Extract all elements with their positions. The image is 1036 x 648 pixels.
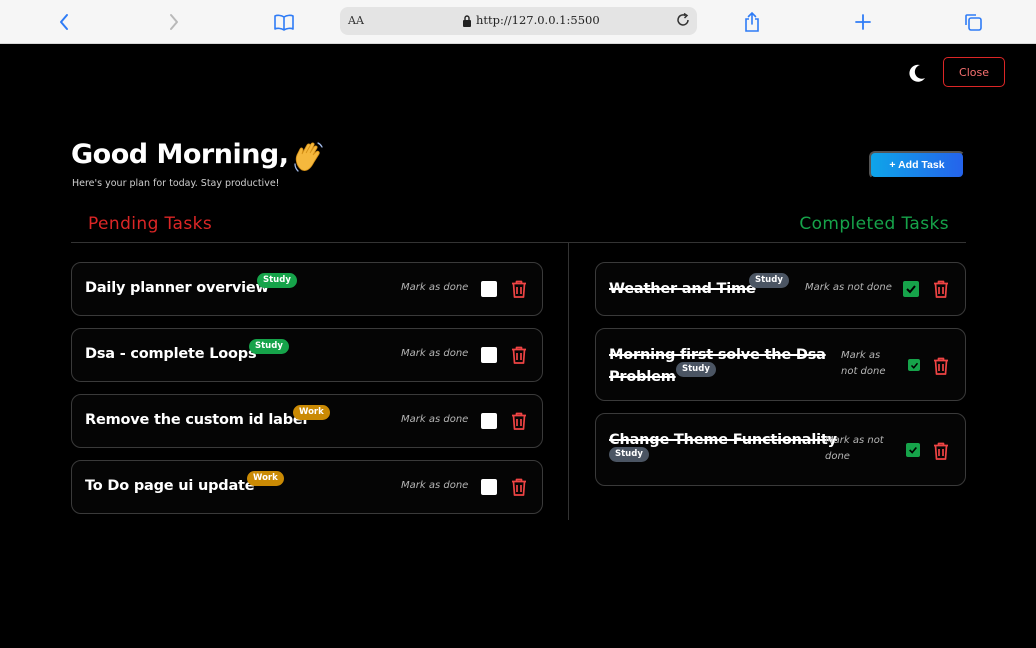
bookmarks-icon[interactable] (272, 10, 296, 34)
delete-trash-icon[interactable] (932, 356, 950, 376)
browser-toolbar: AA http://127.0.0.1:5500 (0, 0, 1036, 44)
mark-done-checkbox[interactable] (481, 281, 497, 297)
mark-not-done-checkbox[interactable] (906, 443, 920, 457)
share-icon[interactable] (740, 10, 764, 34)
task-tag: Study (257, 273, 297, 288)
task-title: Weather and Time (609, 281, 756, 297)
task-title: Dsa - complete Loops (85, 346, 257, 362)
delete-trash-icon[interactable] (510, 345, 528, 365)
greeting-title: Good Morning, (71, 139, 289, 170)
mark-not-done-label-continued: not done (841, 366, 886, 377)
mark-not-done-label: Mark as (841, 350, 881, 361)
task-title: Morning first solve the Dsa (609, 347, 826, 363)
mark-not-done-label: Mark as not done (805, 282, 892, 293)
mark-done-label: Mark as done (401, 348, 469, 359)
completed-tasks-heading: Completed Tasks (799, 214, 949, 234)
task-tag: Work (247, 471, 284, 486)
mark-not-done-checkbox[interactable] (908, 359, 920, 371)
pending-task-card: To Do page ui update Work Mark as done (71, 460, 543, 514)
task-tag: Study (676, 362, 716, 377)
mark-not-done-label: Mark as not (825, 435, 884, 446)
completed-task-card: Morning first solve the Dsa Problem Stud… (595, 328, 966, 401)
waving-hand-icon (292, 140, 326, 174)
task-tag: Study (609, 447, 649, 462)
pending-task-card: Remove the custom id label Work Mark as … (71, 394, 543, 448)
delete-trash-icon[interactable] (510, 477, 528, 497)
lock-icon (462, 13, 472, 32)
delete-trash-icon[interactable] (932, 441, 950, 461)
pending-task-card: Daily planner overview Study Mark as don… (71, 262, 543, 316)
completed-task-card: Change Theme Functionality Study Mark as… (595, 413, 966, 486)
new-tab-icon[interactable] (851, 10, 875, 34)
task-tag: Work (293, 405, 330, 420)
completed-task-card: Weather and Time Study Mark as not done (595, 262, 966, 316)
mark-done-label: Mark as done (401, 282, 469, 293)
delete-trash-icon[interactable] (510, 279, 528, 299)
theme-toggle-moon-icon[interactable] (905, 61, 929, 85)
mark-not-done-checkbox[interactable] (903, 281, 919, 297)
mark-done-checkbox[interactable] (481, 479, 497, 495)
pending-tasks-heading: Pending Tasks (88, 214, 213, 234)
text-size-button[interactable]: AA (348, 14, 364, 27)
mark-not-done-label-continued: done (825, 451, 850, 462)
mark-done-checkbox[interactable] (481, 347, 497, 363)
forward-icon[interactable] (162, 10, 186, 34)
task-title: Remove the custom id label (85, 412, 308, 428)
section-divider (71, 242, 966, 243)
delete-trash-icon[interactable] (932, 279, 950, 299)
mark-done-label: Mark as done (401, 414, 469, 425)
close-button[interactable]: Close (943, 57, 1005, 87)
reload-icon[interactable] (675, 12, 691, 32)
url-text: http://127.0.0.1:5500 (476, 13, 600, 27)
task-title: Daily planner overview (85, 280, 269, 296)
task-title: To Do page ui update (85, 478, 255, 494)
greeting-subtitle: Here's your plan for today. Stay product… (72, 178, 280, 189)
delete-trash-icon[interactable] (510, 411, 528, 431)
mark-done-checkbox[interactable] (481, 413, 497, 429)
task-tag: Study (749, 273, 789, 288)
task-tag: Study (249, 339, 289, 354)
tabs-overview-icon[interactable] (961, 10, 985, 34)
task-title-continued: Problem (609, 369, 676, 385)
back-icon[interactable] (52, 10, 76, 34)
mark-done-label: Mark as done (401, 480, 469, 491)
pending-task-card: Dsa - complete Loops Study Mark as done (71, 328, 543, 382)
add-task-button[interactable]: + Add Task (869, 151, 965, 179)
address-bar[interactable]: AA http://127.0.0.1:5500 (340, 7, 697, 35)
column-divider (568, 243, 569, 520)
